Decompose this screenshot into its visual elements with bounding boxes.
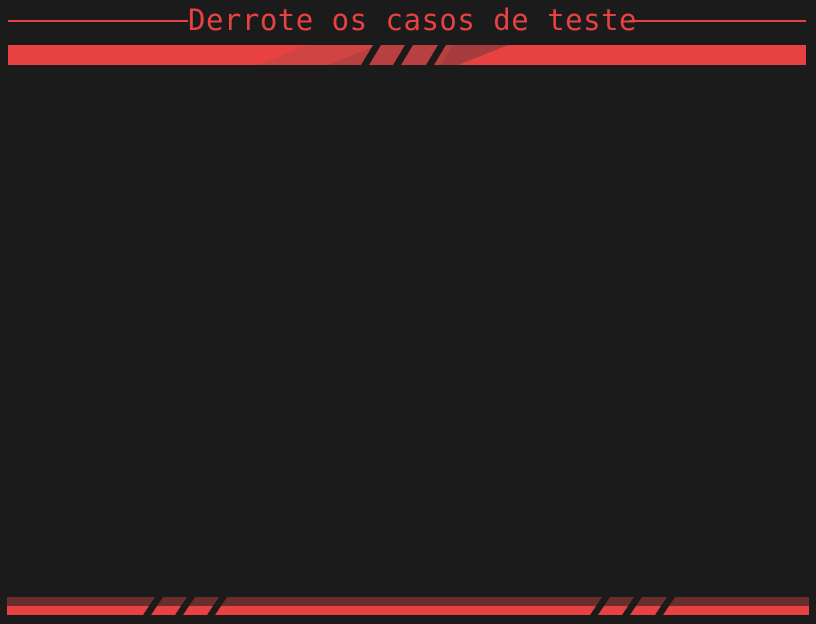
- title-divider-left: [8, 20, 188, 22]
- page-title: Derrote os casos de teste: [188, 3, 637, 37]
- bottom-bar-upper: [7, 597, 809, 606]
- header: Derrote os casos de teste: [8, 0, 806, 40]
- bottom-decorative-bar: [7, 597, 809, 615]
- content-area: [8, 66, 806, 594]
- title-divider-right: [629, 20, 806, 22]
- top-decorative-bar: [8, 45, 806, 65]
- game-frame: Derrote os casos de teste: [0, 0, 816, 624]
- bottom-bar-lower: [7, 606, 809, 615]
